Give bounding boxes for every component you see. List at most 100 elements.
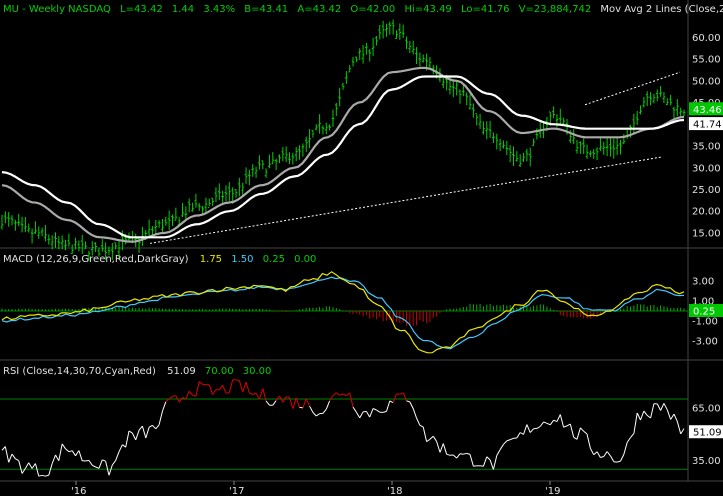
- header-indicator: Mov Avg 2 Lines (Close,20,...: [600, 4, 723, 15]
- rsi-segment: [34, 463, 40, 477]
- header-high: Hi=43.49: [404, 4, 451, 15]
- rsi-segment: [332, 392, 337, 396]
- price-ma-tag-text: 41.74: [693, 120, 722, 131]
- rsi-segment: [355, 411, 361, 419]
- rsi-segment: [376, 409, 381, 413]
- macd-hist-value: 0.25: [263, 254, 285, 265]
- macd-tick-label: 3.00: [692, 277, 714, 288]
- macd-panel: [0, 271, 688, 354]
- rsi-segment: [92, 464, 96, 468]
- price-tick-label: 35.00: [692, 142, 721, 153]
- rsi-segment: [676, 421, 682, 435]
- rsi-segment: [158, 410, 163, 425]
- rsi-segment: [586, 433, 591, 449]
- rsi-segment: [363, 410, 367, 413]
- rsi-segment: [543, 421, 548, 424]
- rsi-segment: [640, 410, 645, 421]
- rsi-segment: [516, 432, 521, 439]
- rsi-segment: [155, 424, 160, 430]
- rsi-segment: [245, 381, 250, 394]
- rsi-segment: [88, 460, 93, 466]
- rsi-segment: [412, 408, 417, 419]
- rsi-segment: [208, 384, 214, 395]
- rsi-segment: [162, 401, 167, 412]
- rsi-segment: [138, 425, 143, 431]
- rsi-segment: [238, 380, 244, 393]
- rsi-segment: [603, 451, 608, 457]
- stock-chart: MU - Weekly NASDAQ L=43.42 1.44 3.43% B=…: [0, 0, 723, 496]
- rsi-segment: [339, 393, 344, 396]
- rsi-segment: [178, 397, 183, 403]
- rsi-segment: [573, 436, 578, 440]
- rsi-segment: [482, 456, 488, 467]
- resistance-trendline: [584, 71, 681, 106]
- rsi-segment: [71, 450, 76, 457]
- rsi-segment: [429, 435, 434, 440]
- rsi-segment: [302, 398, 307, 409]
- macd-last-tag-text: 0.25: [693, 307, 715, 318]
- rsi-segment: [118, 444, 123, 453]
- rsi-segment: [593, 451, 598, 456]
- rsi-segment: [372, 408, 377, 411]
- rsi-last-tag-text: 51.09: [693, 428, 722, 439]
- rsi-segment: [28, 462, 33, 469]
- rsi-segment: [526, 424, 531, 433]
- rsi-segment: [255, 392, 260, 400]
- rsi-segment: [386, 400, 391, 412]
- rsi-segment: [152, 424, 157, 430]
- chart-canvas: MU - Weekly NASDAQ L=43.42 1.44 3.43% B=…: [0, 0, 723, 496]
- x-tick-label: '19: [545, 486, 560, 496]
- rsi-segment: [168, 395, 173, 400]
- rsi-segment: [252, 392, 257, 395]
- rsi-segment: [192, 394, 197, 397]
- rsi-segment: [426, 438, 431, 443]
- rsi-segment: [75, 450, 80, 457]
- header-change: 1.44: [172, 4, 194, 15]
- macd-signal-line: [1, 276, 685, 350]
- rsi-segment: [399, 392, 404, 395]
- rsi-segment: [218, 384, 224, 391]
- rsi-segment: [342, 393, 347, 397]
- rsi-segment: [11, 453, 16, 460]
- rsi-segment: [499, 444, 504, 450]
- rsi-segment: [606, 451, 611, 457]
- price-header: MU - Weekly NASDAQ L=43.42 1.44 3.43% B=…: [3, 4, 723, 15]
- rsi-segment: [529, 428, 534, 433]
- header-bid: B=43.41: [244, 4, 288, 15]
- rsi-segment: [286, 396, 290, 398]
- rsi-segment: [563, 425, 568, 428]
- rsi-upper-level: 70.00: [205, 366, 234, 377]
- rsi-segment: [305, 398, 311, 407]
- rsi-segment: [349, 392, 354, 408]
- rsi-segment: [389, 400, 394, 404]
- rsi-segment: [131, 432, 137, 441]
- rsi-segment: [141, 425, 147, 439]
- rsi-segment: [536, 426, 541, 429]
- rsi-segment: [666, 409, 672, 420]
- rsi-segment: [98, 459, 103, 469]
- rsi-segment: [242, 381, 247, 393]
- rsi-segment: [656, 403, 662, 411]
- rsi-segment: [489, 459, 494, 470]
- macd-line: [1, 271, 685, 354]
- rsi-segment: [4, 446, 10, 463]
- rsi-segment: [195, 381, 200, 397]
- rsi-segment: [188, 390, 193, 396]
- rsi-segment: [480, 465, 484, 467]
- price-tick-label: 50.00: [692, 76, 721, 87]
- rsi-segment: [503, 440, 508, 445]
- rsi-segment: [549, 419, 555, 426]
- rsi-header: RSI (Close,14,30,70,Cyan,Red) 51.09 70.0…: [3, 366, 271, 377]
- rsi-segment: [316, 413, 320, 417]
- rsi-segment: [446, 453, 451, 456]
- rsi-segment: [198, 381, 203, 385]
- rsi-segment: [466, 452, 471, 455]
- rsi-segment: [583, 430, 588, 435]
- rsi-segment: [336, 392, 340, 396]
- price-tick-label: 20.00: [692, 207, 721, 218]
- rsi-segment: [172, 395, 176, 397]
- header-low: Lo=41.76: [461, 4, 510, 15]
- rsi-segment: [636, 412, 641, 421]
- rsi-segment: [663, 403, 668, 411]
- header-open: O=42.00: [350, 4, 395, 15]
